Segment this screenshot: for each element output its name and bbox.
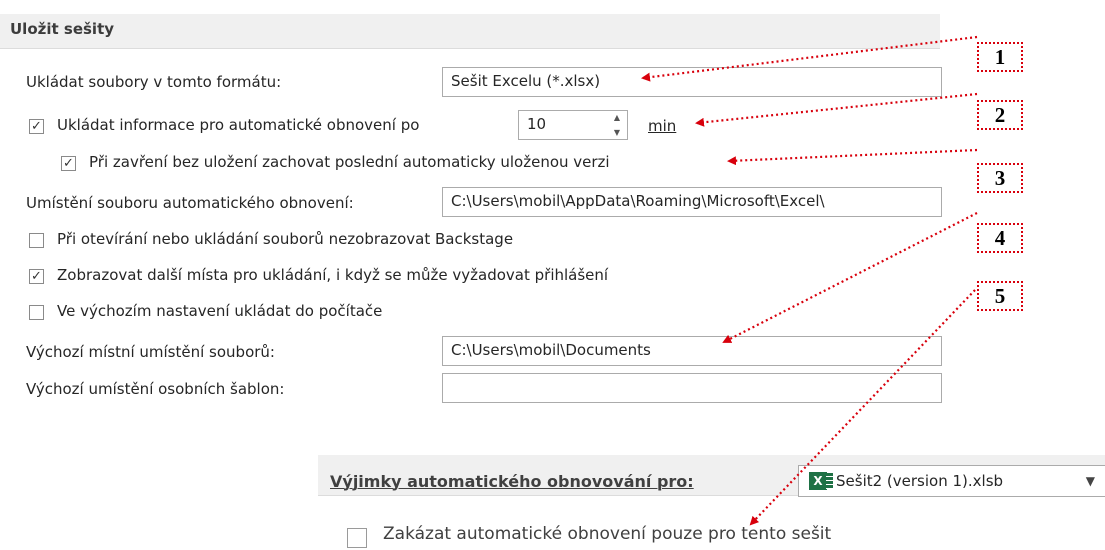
excel-file-icon: X	[809, 472, 833, 490]
default-local-location-input[interactable]: C:\Users\mobil\Documents	[442, 336, 942, 366]
disable-autorecover-label: Zakázat automatické obnovení pouze pro t…	[383, 524, 832, 544]
spin-up-icon[interactable]: ▲	[614, 113, 620, 122]
callout-arrow-3	[727, 148, 978, 166]
save-format-select[interactable]: Sešit Excelu (*.xlsx)	[442, 67, 942, 97]
dropdown-arrow-icon[interactable]: ▼	[1086, 474, 1095, 488]
exceptions-workbook-value: Sešit2 (version 1).xlsb	[836, 472, 1004, 490]
save-format-label: Ukládat soubory v tomto formátu:	[26, 73, 282, 91]
section-header: Uložit sešity	[0, 14, 940, 49]
autorecover-unit: min	[648, 117, 677, 135]
no-backstage-label: Při otevírání nebo ukládání souborů nezo…	[57, 230, 514, 248]
save-to-computer-label: Ve výchozím nastavení ukládat do počítač…	[57, 302, 383, 320]
callout-arrow-2	[695, 92, 978, 127]
show-places-label: Zobrazovat další místa pro ukládání, i k…	[57, 266, 609, 284]
autorecover-label: Ukládat informace pro automatické obnove…	[57, 116, 420, 134]
callout-1: 1	[977, 42, 1023, 72]
callout-3: 3	[977, 163, 1023, 193]
exceptions-workbook-select[interactable]: X Sešit2 (version 1).xlsb ▼	[798, 465, 1105, 497]
autorecover-checkbox[interactable]: ✓	[29, 119, 44, 134]
autorecover-location-label: Umístění souboru automatického obnovení:	[26, 194, 354, 212]
autorecover-minutes-value: 10	[527, 115, 547, 133]
save-to-computer-checkbox[interactable]	[29, 305, 44, 320]
default-local-location-label: Výchozí místní umístění souborů:	[26, 343, 275, 361]
show-places-checkbox[interactable]: ✓	[29, 269, 44, 284]
no-backstage-checkbox[interactable]	[29, 233, 44, 248]
callout-arrow-4	[722, 212, 978, 343]
checkbox-checked-icon: ✓	[63, 156, 74, 171]
section-title: Uložit sešity	[10, 20, 115, 38]
checkbox-checked-icon: ✓	[31, 269, 42, 284]
callout-5: 5	[977, 281, 1023, 311]
callout-2: 2	[977, 100, 1023, 130]
disable-autorecover-checkbox[interactable]	[347, 528, 367, 548]
autorecover-minutes-spinner[interactable]: 10 ▲ ▼	[518, 110, 628, 140]
spin-down-icon[interactable]: ▼	[614, 128, 620, 137]
templates-location-input[interactable]	[442, 373, 942, 403]
callout-4: 4	[977, 223, 1023, 253]
exceptions-label: Výjimky automatického obnovování pro:	[330, 472, 694, 491]
checkbox-checked-icon: ✓	[31, 119, 42, 134]
keep-last-checkbox[interactable]: ✓	[61, 156, 76, 171]
templates-location-label: Výchozí umístění osobních šablon:	[26, 380, 285, 398]
keep-last-label: Při zavření bez uložení zachovat posledn…	[89, 153, 610, 171]
autorecover-location-input[interactable]: C:\Users\mobil\AppData\Roaming\Microsoft…	[442, 187, 942, 217]
